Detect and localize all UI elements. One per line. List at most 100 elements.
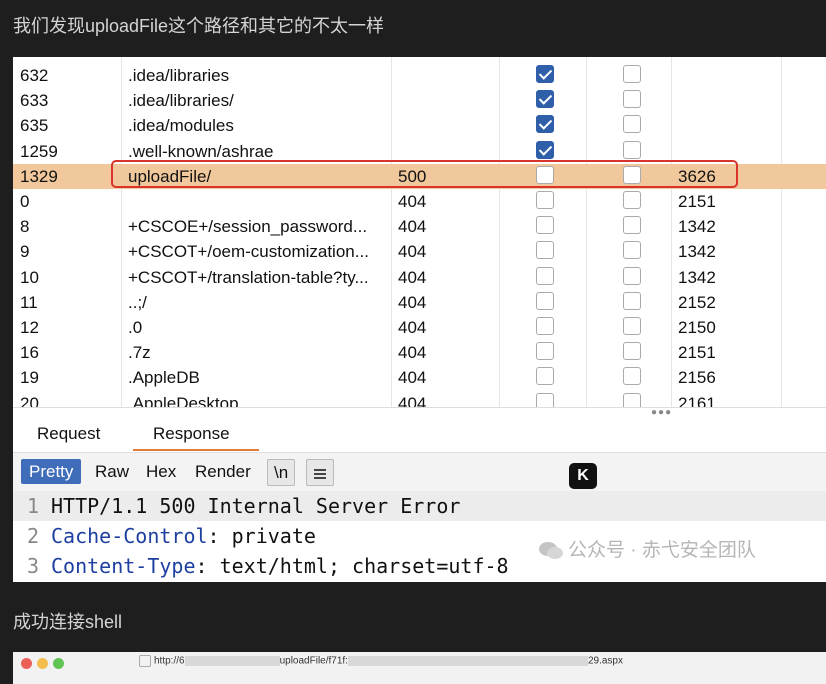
checkbox-icon[interactable] (536, 266, 554, 285)
maximize-window-icon[interactable] (53, 658, 64, 669)
status-cell: 404 (398, 368, 427, 388)
checkbox-icon[interactable] (623, 191, 641, 209)
checkbox-icon[interactable] (536, 392, 554, 407)
hamburger-menu-icon[interactable] (306, 459, 334, 486)
checkbox-icon[interactable] (623, 317, 641, 335)
table-row[interactable]: 20 .AppleDesktop 404 2161 (13, 391, 826, 407)
checked-checkbox-icon[interactable] (536, 65, 554, 83)
status-cell: 404 (398, 318, 427, 337)
render-button[interactable]: Render (191, 459, 255, 484)
header-key: Cache-Control (51, 524, 208, 548)
caption-bottom: 成功连接shell (13, 612, 123, 632)
payload-cell: ..;/ (128, 292, 147, 312)
payload-cell: .idea/libraries (128, 66, 230, 85)
redacted-text (347, 656, 588, 666)
length-cell: 2152 (678, 292, 716, 312)
checkbox-icon[interactable] (623, 241, 641, 260)
checkbox-icon[interactable] (623, 140, 641, 159)
table-row[interactable]: 16 .7z 404 2151 (13, 340, 826, 365)
checkbox-icon[interactable] (536, 241, 554, 260)
table-row[interactable]: 635 .idea/modules (13, 113, 826, 138)
browser-window: http://6 uploadFile/f71f: 29.aspx (13, 652, 826, 684)
checkbox-icon[interactable] (536, 317, 554, 335)
checkbox-icon[interactable] (536, 191, 554, 209)
close-window-icon[interactable] (21, 658, 32, 669)
checkbox-icon[interactable] (623, 65, 641, 83)
checked-checkbox-icon[interactable] (536, 140, 554, 159)
payload-cell: +CSCOE+/session_password... (128, 217, 368, 237)
checkbox-icon[interactable] (623, 291, 641, 310)
payload-cell: .AppleDesktop (128, 393, 239, 407)
status-cell: 404 (398, 292, 427, 312)
show-newlines-button[interactable]: \n (267, 459, 296, 486)
length-cell: 1342 (678, 217, 716, 237)
table-row[interactable]: 12 .0 404 2150 (13, 315, 826, 340)
table-row[interactable]: 8 +CSCOE+/session_password... 404 1342 (13, 214, 826, 239)
drag-handle-icon[interactable]: ●●● (651, 407, 672, 418)
pretty-button[interactable]: Pretty (21, 459, 82, 484)
minimize-window-icon[interactable] (37, 658, 48, 669)
checkbox-icon[interactable] (623, 367, 641, 386)
payload-cell: +CSCOT+/oem-customization... (128, 242, 369, 262)
hex-button[interactable]: Hex (142, 459, 180, 484)
redacted-text (184, 656, 280, 666)
view-toolbar: Pretty Raw Hex Render \n (13, 452, 826, 491)
checkbox-icon[interactable] (536, 291, 554, 310)
payload-cell: .idea/modules (128, 116, 234, 136)
checkbox-icon[interactable] (536, 216, 554, 235)
request-id-cell: 11 (20, 292, 38, 312)
length-cell: 1342 (678, 242, 716, 262)
request-id-cell: 9 (20, 242, 30, 262)
request-id-cell: 1259 (20, 141, 58, 161)
checkbox-icon[interactable] (623, 115, 641, 134)
table-row[interactable]: 0 404 2151 (13, 189, 826, 214)
table-row[interactable]: 19 .AppleDB 404 2156 (13, 365, 826, 390)
active-tab-indicator (133, 449, 259, 451)
pane-splitter[interactable] (13, 407, 826, 418)
payload-cell: +CSCOT+/translation-table?ty... (128, 267, 369, 287)
checkbox-icon[interactable] (623, 342, 641, 361)
watermark-text: 公众号 · 赤弋安全团队 (568, 540, 756, 561)
payload-cell: .7z (128, 343, 151, 363)
header-value: : text/html; charset=utf-8 (195, 554, 509, 578)
length-cell: 2150 (678, 318, 716, 337)
watermark: 公众号 · 赤弋安全团队 (538, 535, 756, 562)
checkbox-icon[interactable] (536, 342, 554, 361)
payload-cell: .well-known/ashrae (128, 141, 274, 161)
checked-checkbox-icon[interactable] (536, 115, 554, 134)
address-bar[interactable]: http://6 uploadFile/f71f: 29.aspx (139, 655, 623, 667)
checked-checkbox-icon[interactable] (536, 90, 554, 109)
tab-response[interactable]: Response (153, 424, 230, 444)
table-row[interactable]: 632 .idea/libraries (13, 63, 826, 88)
status-cell: 404 (398, 217, 427, 237)
checkbox-icon[interactable] (623, 216, 641, 235)
checkbox-icon[interactable] (536, 367, 554, 386)
url-prefix: http://6 (154, 655, 185, 667)
payload-cell: .idea/libraries/ (128, 91, 234, 111)
raw-button[interactable]: Raw (91, 459, 133, 484)
checkbox-icon[interactable] (623, 90, 641, 109)
length-cell: 2151 (678, 343, 716, 363)
table-row[interactable]: 9 +CSCOT+/oem-customization... 404 1342 (13, 239, 826, 264)
caption-top: 我们发现uploadFile这个路径和其它的不太一样 (13, 16, 385, 36)
code-text: Cache-Control: private (51, 521, 316, 551)
checkbox-icon[interactable] (623, 266, 641, 285)
payload-cell: .0 (128, 318, 143, 337)
table-row[interactable]: 10 +CSCOT+/translation-table?ty... 404 1342 (13, 265, 826, 290)
table-row[interactable]: 633 .idea/libraries/ (13, 88, 826, 113)
request-id-cell: 16 (20, 343, 39, 363)
length-cell: 2156 (678, 368, 716, 388)
length-cell: 2151 (678, 192, 716, 211)
tab-bar: Request Response (13, 418, 826, 452)
code-text: HTTP/1.1 500 Internal Server Error (51, 491, 460, 521)
tab-request[interactable]: Request (37, 424, 100, 444)
results-table: 632 .idea/libraries 633 .idea/libraries/635… (13, 57, 826, 407)
table-row[interactable]: 11 ..;/ 404 2152 (13, 290, 826, 315)
request-id-cell: 0 (20, 192, 30, 211)
length-cell: 1342 (678, 267, 716, 287)
checkbox-icon[interactable] (623, 392, 641, 407)
request-id-cell: 12 (20, 318, 39, 337)
line-number: 1 (27, 494, 40, 518)
code-text: Content-Type: text/html; charset=utf-8 (51, 551, 509, 581)
status-cell: 404 (398, 242, 427, 262)
